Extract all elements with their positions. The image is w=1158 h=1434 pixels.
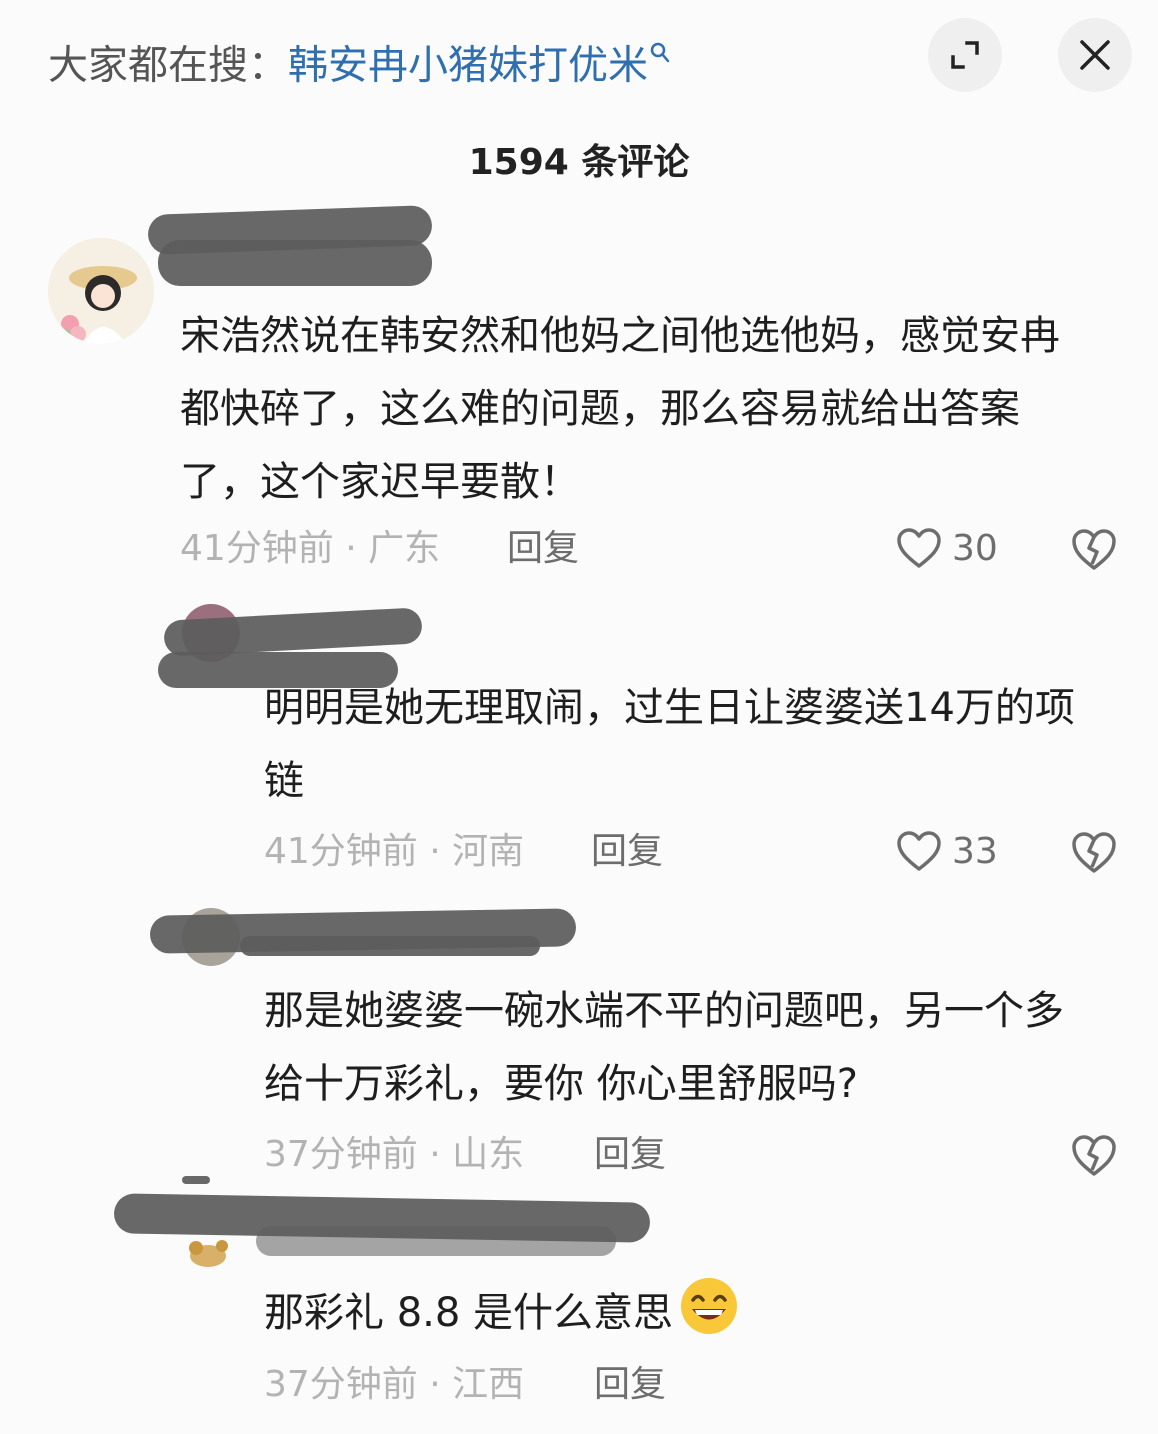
close-icon [1080, 40, 1110, 70]
heart-icon [897, 831, 941, 871]
avatar[interactable] [48, 238, 154, 344]
broken-heart-icon [1072, 529, 1116, 570]
expand-icon [951, 41, 979, 69]
comment-text: 那彩礼 8.8 是什么意思 [264, 1276, 1094, 1360]
like-button[interactable]: 33 [896, 827, 998, 877]
comment-time-location: 41分钟前 · 河南 [264, 831, 525, 872]
redacted-username [182, 1176, 210, 1184]
dislike-button[interactable] [1070, 829, 1118, 877]
comment-text-content: 那彩礼 8.8 是什么意思 [264, 1290, 674, 1336]
dislike-button[interactable] [1070, 526, 1118, 574]
redacted-username [158, 240, 432, 286]
search-suggestion[interactable]: 大家都在搜：韩安冉小猪妹打优米 [48, 28, 670, 93]
like-count: 33 [952, 831, 998, 872]
comment-time-location: 37分钟前 · 山东 [264, 1134, 525, 1175]
expand-button[interactable] [928, 18, 1002, 92]
reply-button[interactable]: 回复 [507, 524, 579, 574]
reply-button[interactable]: 回复 [594, 1130, 666, 1180]
dislike-button[interactable] [1070, 1132, 1118, 1180]
top-bar: 大家都在搜：韩安冉小猪妹打优米 [0, 0, 1158, 112]
comment-text: 宋浩然说在韩安然和他妈之间他选他妈，感觉安冉都快碎了，这么难的问题，那么容易就给… [180, 313, 1060, 505]
redacted-username [240, 936, 540, 956]
reply-button[interactable]: 回复 [591, 827, 663, 877]
broken-heart-icon [1072, 1135, 1116, 1176]
search-icon [650, 42, 670, 70]
search-suggestion-keyword[interactable]: 韩安冉小猪妹打优米 [288, 42, 648, 88]
comment-time-location: 37分钟前 · 江西 [264, 1364, 525, 1405]
search-suggestion-prefix: 大家都在搜： [48, 42, 288, 89]
grinning-face-emoji [679, 1276, 739, 1360]
comment-time-location: 41分钟前 · 广东 [180, 528, 441, 569]
comment-count-title: 1594 条评论 [468, 142, 690, 183]
close-button[interactable] [1058, 18, 1132, 92]
like-count: 30 [952, 528, 998, 569]
like-button[interactable]: 30 [896, 524, 998, 574]
avatar[interactable] [182, 1232, 238, 1272]
reply-button[interactable]: 回复 [594, 1360, 666, 1410]
comment-text: 明明是她无理取闹，过生日让婆婆送14万的项链 [264, 685, 1075, 804]
broken-heart-icon [1072, 832, 1116, 873]
heart-icon [897, 528, 941, 568]
redacted-username [256, 1226, 616, 1256]
comment-text: 那是她婆婆一碗水端不平的问题吧，另一个多给十万彩礼，要你 你心里舒服吗? [264, 988, 1064, 1107]
